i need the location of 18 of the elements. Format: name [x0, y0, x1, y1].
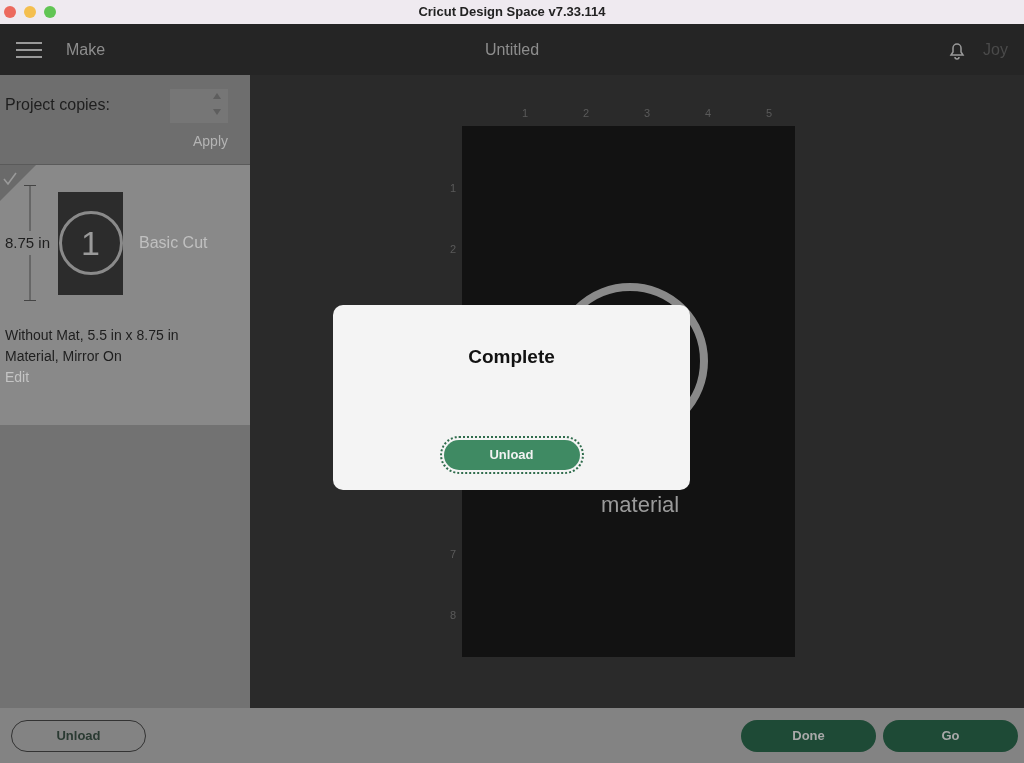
minimize-window-control[interactable] — [24, 6, 36, 18]
mat-description: Without Mat, 5.5 in x 8.75 in Material, Mirror On — [5, 326, 180, 366]
copies-field[interactable] — [170, 89, 228, 123]
apply-link[interactable]: Apply — [192, 131, 228, 152]
footer-button[interactable]: Go — [883, 719, 1018, 752]
close-window-control[interactable] — [4, 6, 16, 18]
footer-button[interactable]: Done — [741, 719, 876, 752]
spinner-icon[interactable] — [212, 91, 222, 117]
copies-label: Project copies: — [5, 95, 110, 115]
dialog-title: Complete — [468, 345, 555, 369]
project-title: Untitled — [484, 39, 540, 60]
edit-link[interactable]: Edit — [5, 369, 30, 385]
mat-number: 1 — [58, 211, 123, 275]
window-title: Cricut Design Space v7.33.114 — [418, 3, 606, 22]
menu-icon[interactable] — [16, 40, 42, 59]
zoom-window-control[interactable] — [44, 6, 56, 18]
status-text: material — [601, 492, 680, 517]
section-title: Make — [66, 39, 106, 60]
